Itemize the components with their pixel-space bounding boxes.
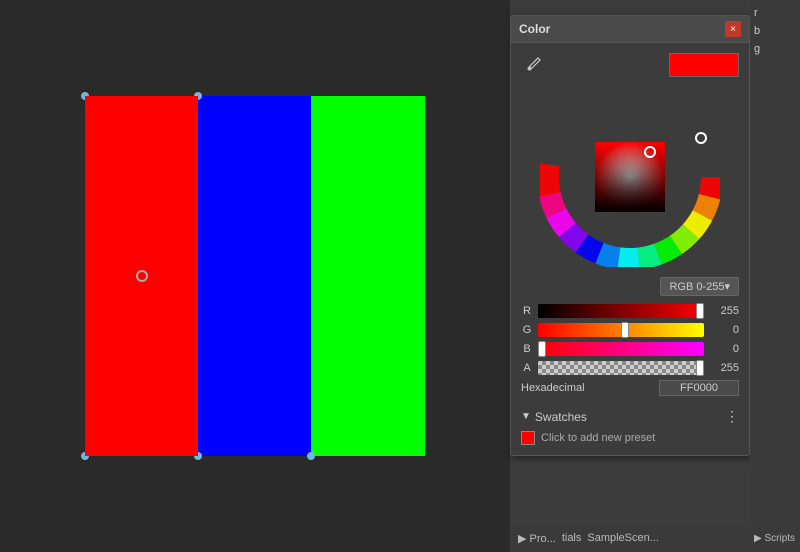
a-slider-track[interactable] [538,361,704,375]
color-wheel-container[interactable] [521,87,739,267]
eyedropper-icon [524,56,542,74]
color-block-red [85,96,198,456]
dialog-body: RGB 0-255▾ R 255 G 0 B 0 [511,43,749,455]
mode-selector: RGB 0-255▾ [521,277,739,296]
bottom-bar: ▶ Pro... tials SampleScen... [510,524,750,552]
color-preview[interactable] [669,53,739,77]
swatch-red[interactable] [521,431,535,445]
corner-dot-bm2[interactable] [307,452,315,460]
color-blocks [85,96,425,456]
right-sidebar: r b g [750,0,800,552]
scripts-label: ▶ Scripts [754,533,795,544]
top-row [521,53,739,77]
a-value: 255 [709,362,739,374]
sidebar-item-g: g [750,41,800,57]
g-slider-row: G 0 [521,323,739,337]
color-block-blue [198,96,311,456]
b-slider-row: B 0 [521,342,739,356]
canvas-area [0,0,510,552]
bottom-scripts: ▶ Scripts [750,524,800,552]
dialog-titlebar: Color × [511,16,749,43]
bottom-item-scene: SampleScen... [587,532,659,544]
a-slider-row: A 255 [521,361,739,375]
swatches-title: Swatches [535,410,587,424]
b-slider-track[interactable] [538,342,704,356]
hex-row: Hexadecimal [521,380,739,396]
g-slider-track[interactable] [538,323,704,337]
bottom-item-pro: ▶ Pro... [518,532,556,545]
close-button[interactable]: × [725,21,741,37]
g-value: 0 [709,324,739,336]
r-value: 255 [709,305,739,317]
b-slider-thumb[interactable] [538,341,546,357]
r-label: R [521,305,533,317]
add-preset-button[interactable]: Click to add new preset [541,432,655,444]
color-dialog: Color × [510,15,750,456]
swatches-menu-icon[interactable]: ⋮ [725,408,739,425]
sidebar-item-b: b [750,23,800,39]
eyedropper-button[interactable] [521,53,545,77]
swatches-body: Click to add new preset [521,431,739,445]
color-wheel[interactable] [540,87,720,267]
r-slider-track[interactable] [538,304,704,318]
hex-label: Hexadecimal [521,382,585,394]
a-slider-thumb[interactable] [696,360,704,376]
g-slider-thumb[interactable] [621,322,629,338]
swatches-arrow-icon: ▼ [521,411,531,422]
swatches-section: ▼ Swatches ⋮ [521,408,739,425]
mode-button[interactable]: RGB 0-255▾ [660,277,739,296]
b-value: 0 [709,343,739,355]
bottom-item-tials: tials [562,532,582,544]
sidebar-item-r: r [750,5,800,21]
color-block-green [311,96,425,456]
r-slider-thumb[interactable] [696,303,704,319]
a-label: A [521,362,533,374]
dialog-title: Color [519,22,550,36]
swatches-title-row: ▼ Swatches [521,410,587,424]
r-slider-row: R 255 [521,304,739,318]
b-label: B [521,343,533,355]
hue-selector [696,133,706,143]
g-label: G [521,324,533,336]
hex-input[interactable] [659,380,739,396]
center-circle [136,270,148,282]
